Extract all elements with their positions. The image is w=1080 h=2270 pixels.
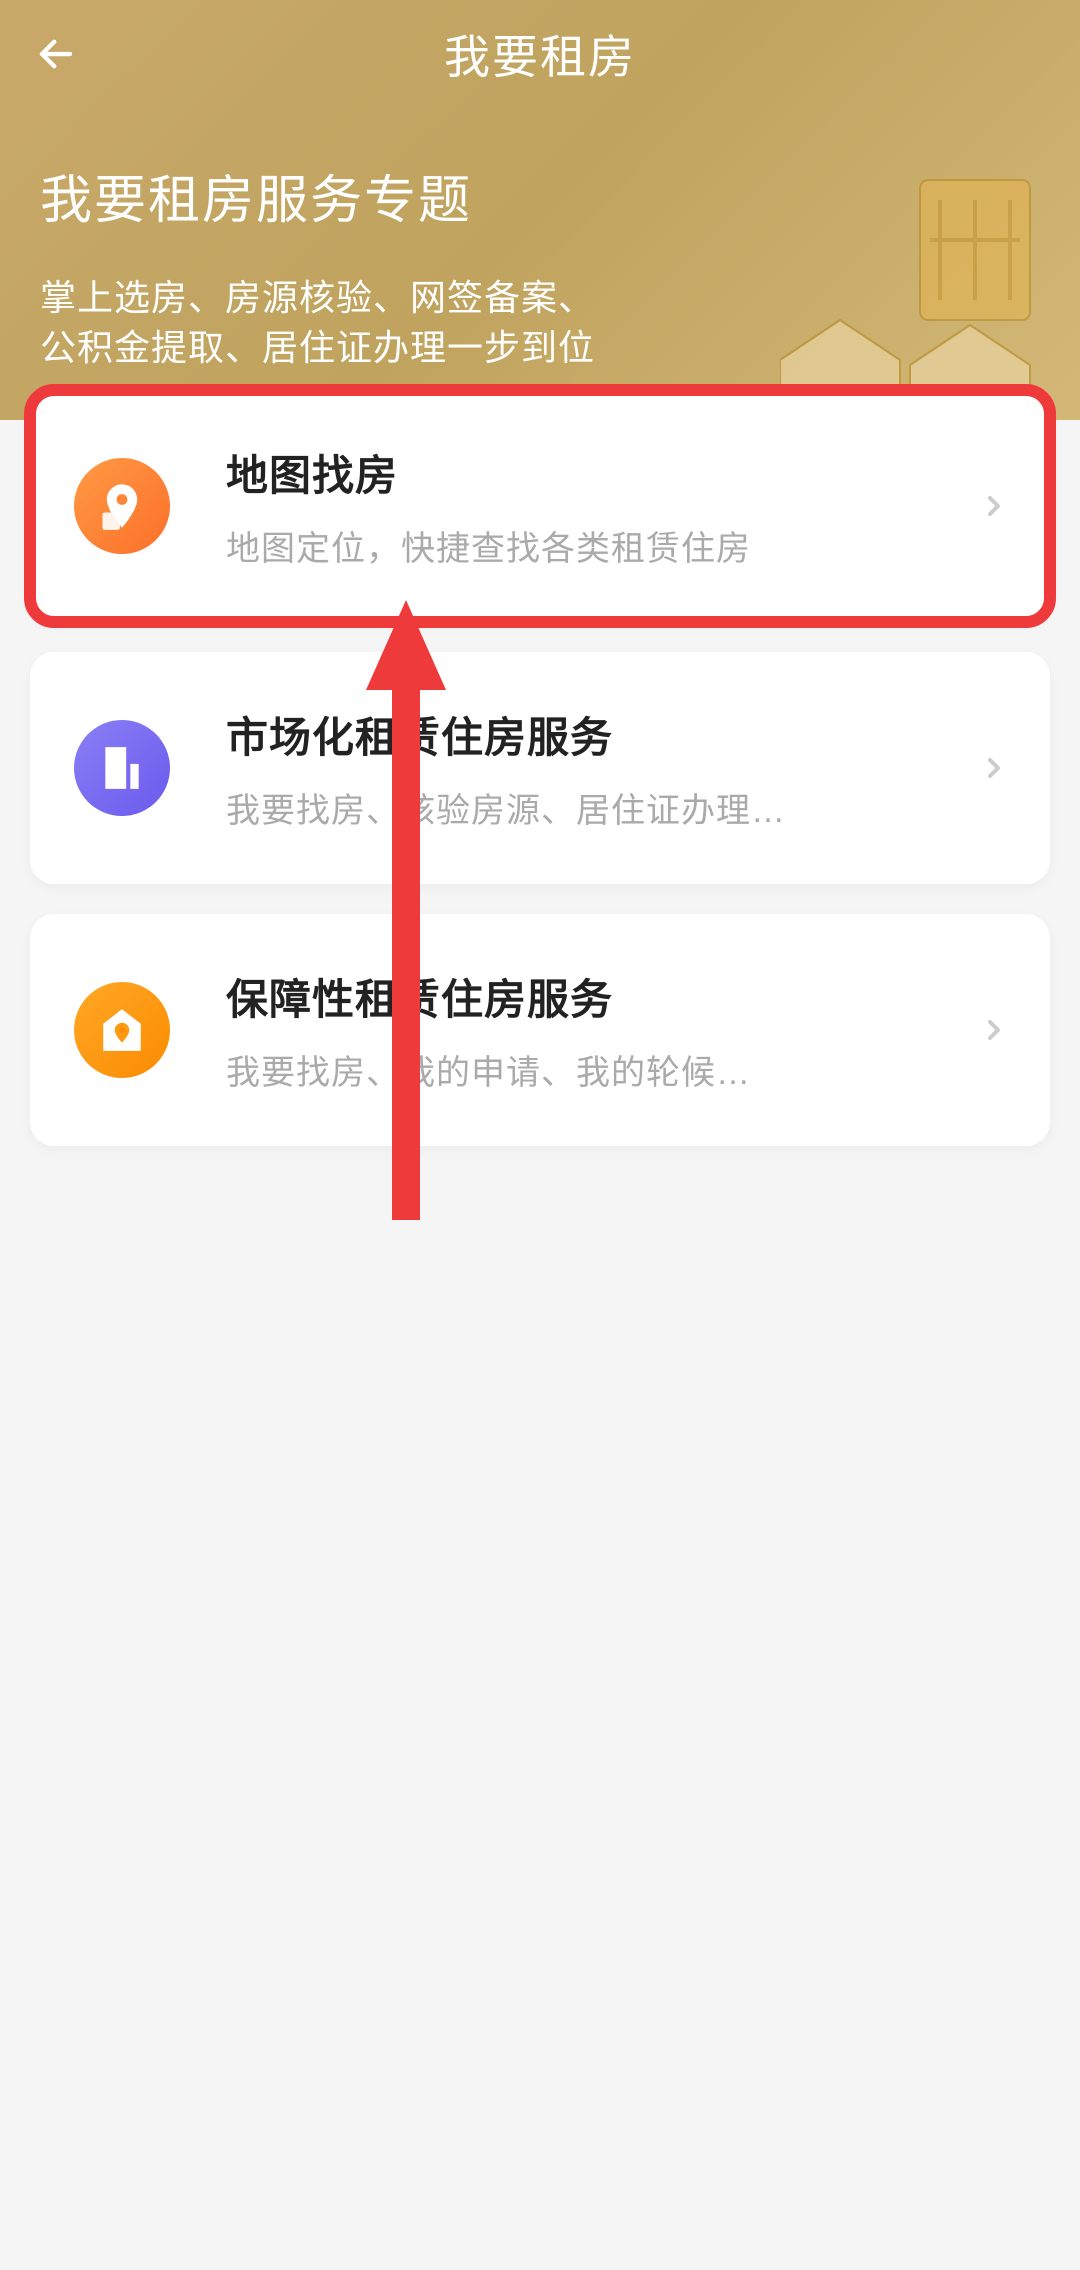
card-content: 保障性租赁住房服务 我要找房、我的申请、我的轮候…: [226, 966, 962, 1094]
card-content: 市场化租赁住房服务 我要找房、核验房源、居住证办理…: [226, 704, 962, 832]
card-title: 市场化租赁住房服务: [226, 704, 962, 765]
card-description: 地图定位，快捷查找各类租赁住房: [226, 521, 962, 570]
card-content: 地图找房 地图定位，快捷查找各类租赁住房: [226, 442, 962, 570]
header-bar: 我要租房: [0, 0, 1080, 108]
hero-subtitle: 掌上选房、房源核验、网签备案、 公积金提取、居住证办理一步到位: [40, 273, 1040, 374]
card-guaranteed-rental[interactable]: 保障性租赁住房服务 我要找房、我的申请、我的轮候…: [30, 914, 1050, 1146]
chevron-right-icon: [978, 1014, 1010, 1046]
map-marker-icon: [74, 458, 170, 554]
card-description: 我要找房、核验房源、居住证办理…: [226, 783, 962, 832]
chevron-right-icon: [978, 752, 1010, 784]
house-shield-icon: [74, 982, 170, 1078]
card-map-search[interactable]: 地图找房 地图定位，快捷查找各类租赁住房: [30, 390, 1050, 622]
hero-section: 我要租房服务专题 掌上选房、房源核验、网签备案、 公积金提取、居住证办理一步到位: [0, 108, 1080, 374]
building-icon: [74, 720, 170, 816]
card-description: 我要找房、我的申请、我的轮候…: [226, 1045, 962, 1094]
card-title: 保障性租赁住房服务: [226, 966, 962, 1027]
back-button[interactable]: [32, 30, 80, 78]
card-market-rental[interactable]: 市场化租赁住房服务 我要找房、核验房源、居住证办理…: [30, 652, 1050, 884]
arrow-left-icon: [35, 33, 77, 75]
card-title: 地图找房: [226, 442, 962, 503]
hero-subtitle-line: 公积金提取、居住证办理一步到位: [40, 323, 1040, 373]
content-area: 地图找房 地图定位，快捷查找各类租赁住房 市场化租赁住房服务 我要找房、核验房源…: [0, 390, 1080, 1176]
hero-subtitle-line: 掌上选房、房源核验、网签备案、: [40, 273, 1040, 323]
hero-title: 我要租房服务专题: [40, 158, 1040, 233]
chevron-right-icon: [978, 490, 1010, 522]
page-title: 我要租房: [444, 21, 636, 87]
